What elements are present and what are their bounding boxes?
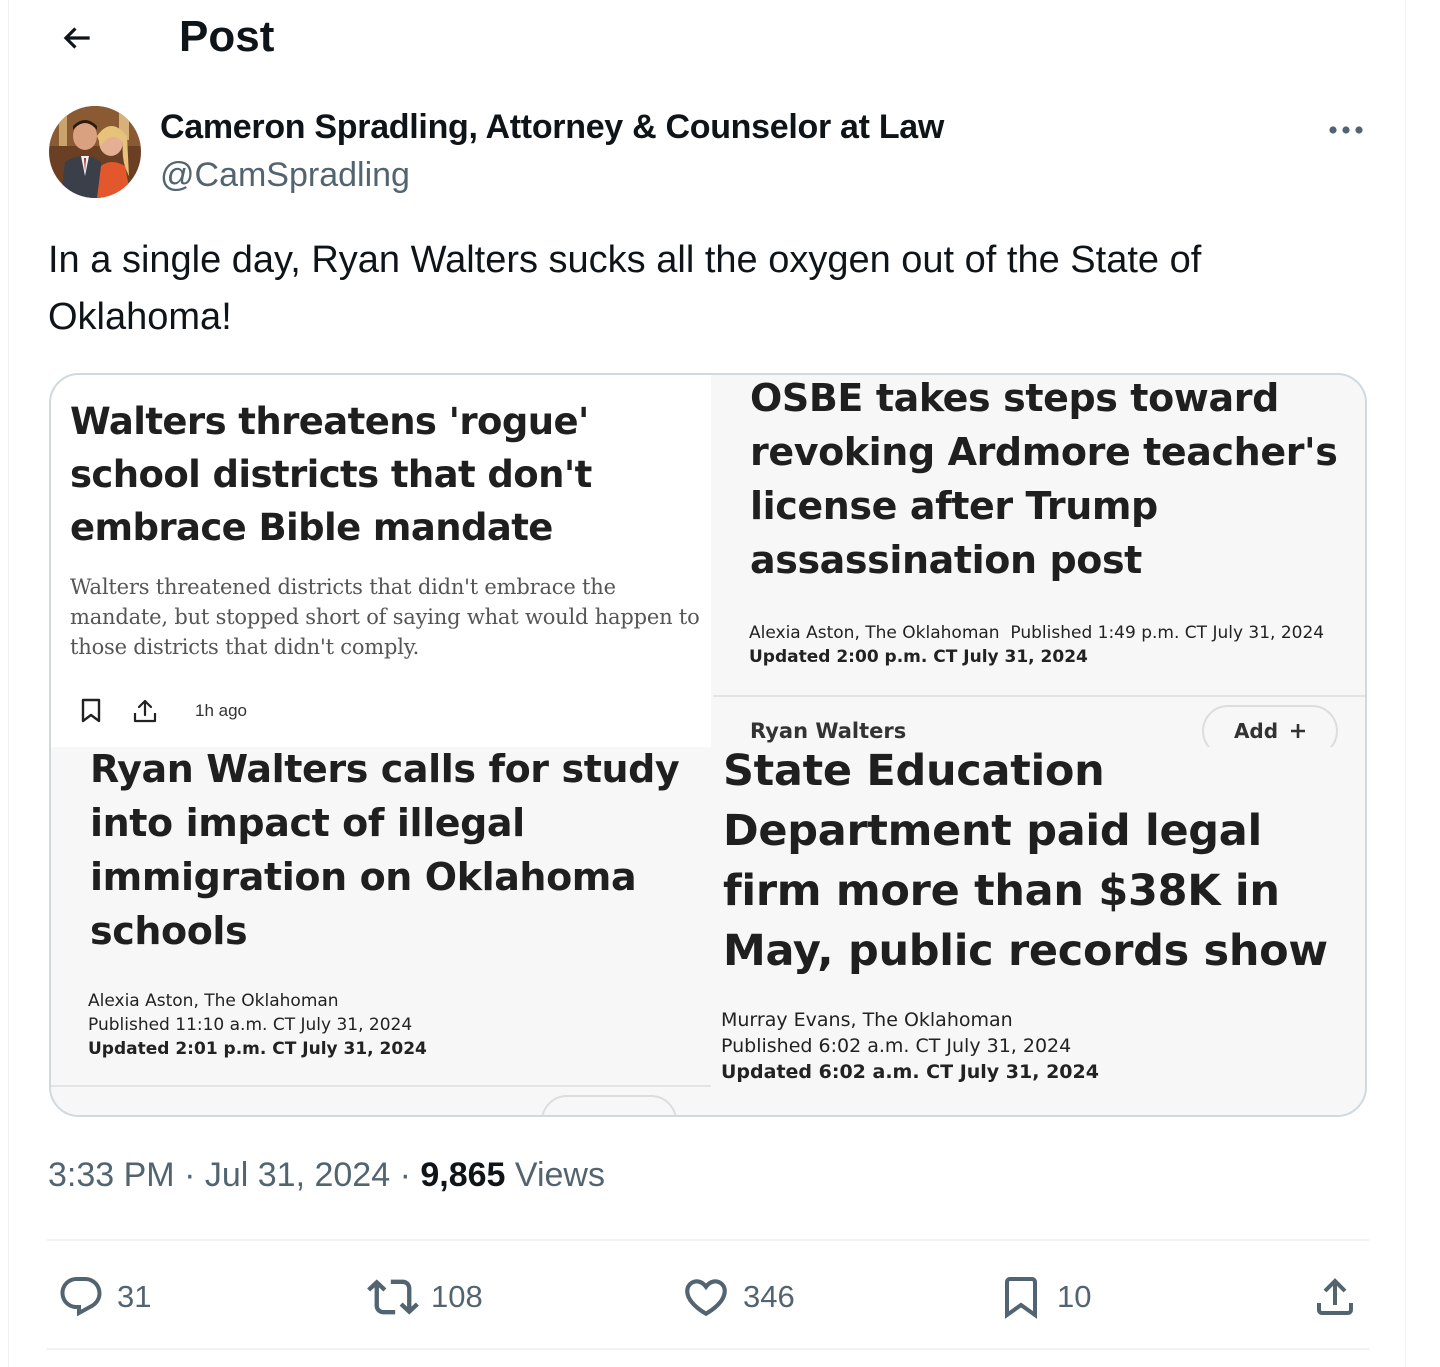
card-divider — [713, 695, 1365, 697]
card-add-button: Add — [1202, 705, 1338, 747]
card-meta: Alexia Aston, The Oklahoman Published 1:… — [749, 621, 1324, 669]
media-card-4[interactable]: State Education Department paid legal fi… — [713, 749, 1365, 1115]
views-count: 9,865 — [420, 1156, 506, 1194]
back-button[interactable] — [55, 16, 99, 60]
post-date[interactable]: Jul 31, 2024 — [205, 1156, 390, 1194]
card-byline: Alexia Aston, The Oklahoman — [88, 991, 339, 1011]
avatar[interactable] — [49, 106, 141, 198]
card-byline: Murray Evans, The Oklahoman — [721, 1009, 1013, 1031]
reply-count: 31 — [117, 1279, 152, 1314]
card-meta: Alexia Aston, The Oklahoman Published 11… — [88, 989, 427, 1061]
media-grid[interactable]: Walters threatens 'rogue' school distric… — [49, 373, 1367, 1117]
card-add-button-cropped — [541, 1095, 677, 1115]
add-label: Add — [1233, 719, 1279, 743]
plus-icon — [1291, 724, 1306, 738]
action-bar: 31 108 346 10 — [47, 1262, 1369, 1332]
card-published: Published 11:10 a.m. CT July 31, 2024 — [88, 1015, 413, 1035]
card-divider — [51, 1085, 711, 1087]
divider — [47, 1348, 1369, 1350]
media-card-1[interactable]: Walters threatens 'rogue' school distric… — [51, 375, 711, 747]
media-card-3[interactable]: Ryan Walters calls for study into impact… — [51, 749, 711, 1115]
post-column: Post Cameron Spradling, Attorney & Couns… — [8, 0, 1406, 1367]
page-title: Post — [179, 12, 275, 61]
heart-icon — [685, 1279, 727, 1317]
card-summary: Walters threatened districts that didn't… — [70, 575, 700, 659]
post-timestamp: 3:33 PM · Jul 31, 2024 · 9,865 Views — [48, 1156, 605, 1195]
more-options-button[interactable] — [1321, 112, 1371, 148]
author-name[interactable]: Cameron Spradling, Attorney & Counselor … — [160, 108, 944, 147]
post-time[interactable]: 3:33 PM — [48, 1156, 175, 1194]
card-updated: Updated 6:02 a.m. CT July 31, 2024 — [721, 1061, 1099, 1083]
repost-count: 108 — [431, 1279, 483, 1314]
divider — [47, 1239, 1369, 1241]
profile-photo — [49, 106, 141, 198]
card-headline: Walters threatens 'rogue' school distric… — [70, 400, 592, 549]
card-actions: 1h ago — [77, 697, 247, 725]
more-horizontal-icon — [1329, 126, 1363, 134]
card-headline: Ryan Walters calls for study into impact… — [90, 749, 680, 953]
card-updated: Updated 2:01 p.m. CT July 31, 2024 — [88, 1039, 427, 1059]
bookmark-count: 10 — [1057, 1279, 1092, 1314]
bookmark-button[interactable]: 10 — [997, 1262, 1091, 1332]
separator: · — [399, 1156, 411, 1194]
card-published: Published 1:49 p.m. CT July 31, 2024 — [1010, 623, 1325, 643]
views-label: Views — [514, 1156, 605, 1194]
card-headline: OSBE takes steps toward revoking Ardmore… — [750, 376, 1338, 582]
card-tag: Ryan Walters — [750, 719, 907, 743]
card-updated: Updated 2:00 p.m. CT July 31, 2024 — [749, 647, 1088, 667]
card-meta: Murray Evans, The Oklahoman Published 6:… — [721, 1007, 1099, 1085]
media-card-2[interactable]: OSBE takes steps toward revoking Ardmore… — [713, 375, 1365, 747]
separator: · — [184, 1156, 196, 1194]
card-headline: State Education Department paid legal fi… — [723, 749, 1328, 976]
post-text: In a single day, Ryan Walters sucks all … — [48, 239, 1202, 338]
reply-button[interactable]: 31 — [57, 1262, 151, 1332]
repost-icon — [367, 1279, 419, 1315]
card-published: Published 6:02 a.m. CT July 31, 2024 — [721, 1035, 1072, 1057]
card-time: 1h ago — [195, 701, 247, 720]
reply-icon — [60, 1277, 102, 1317]
share-button[interactable] — [1311, 1262, 1359, 1332]
share-icon — [1317, 1278, 1353, 1315]
bookmark-icon — [1005, 1277, 1037, 1319]
page-header: Post — [9, 0, 1405, 80]
arrow-left-icon — [63, 27, 90, 49]
author-handle[interactable]: @CamSpradling — [160, 156, 410, 195]
repost-button[interactable]: 108 — [367, 1262, 483, 1332]
share-icon — [131, 697, 159, 725]
like-button[interactable]: 346 — [681, 1262, 795, 1332]
card-byline: Alexia Aston, The Oklahoman — [749, 623, 1000, 643]
like-count: 346 — [743, 1279, 795, 1314]
bookmark-icon — [77, 697, 105, 725]
